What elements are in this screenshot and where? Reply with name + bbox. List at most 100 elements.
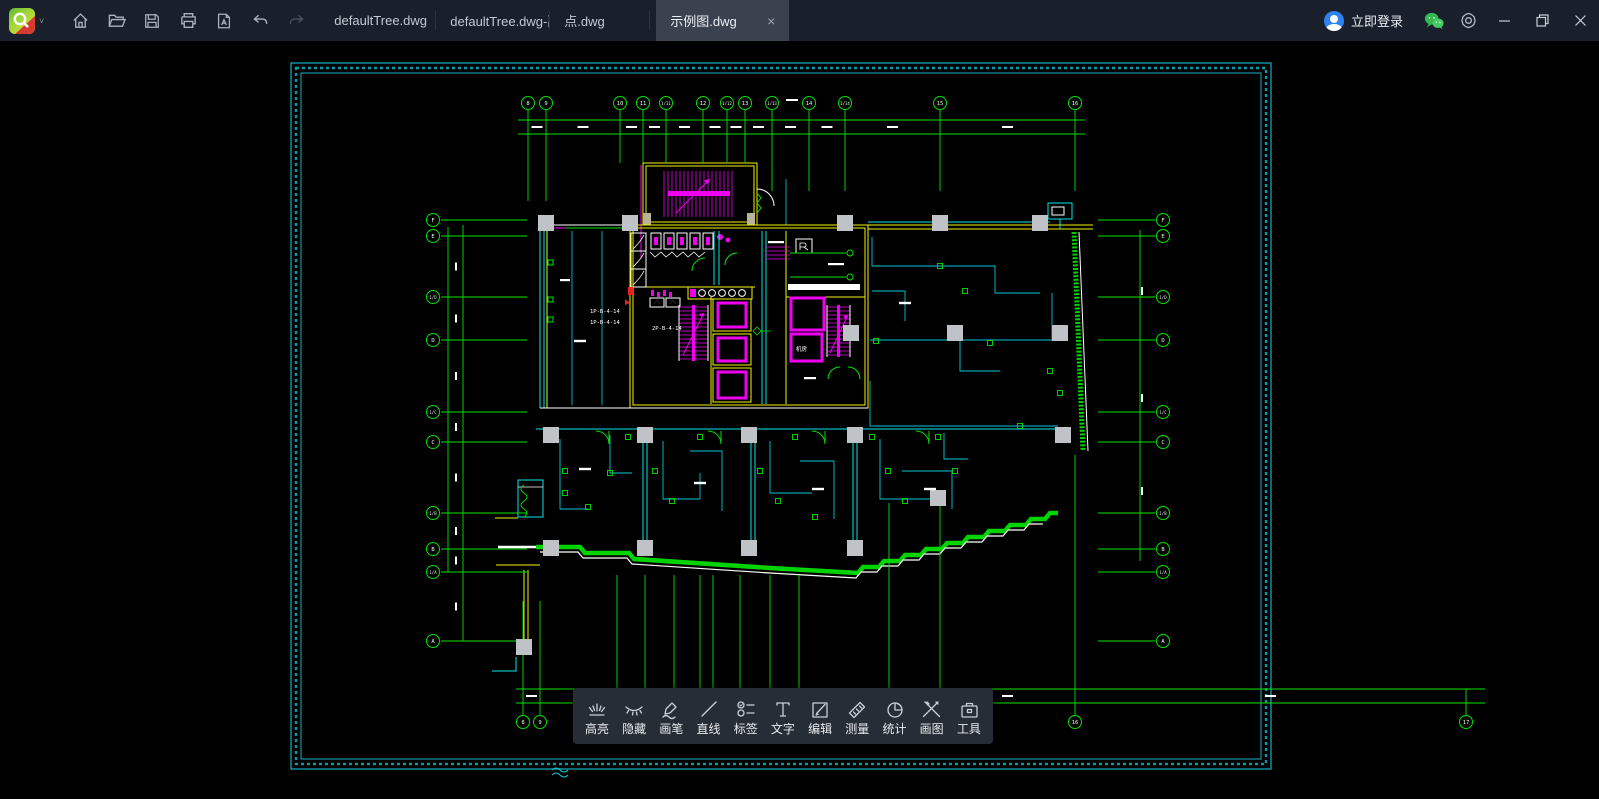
tab-label: defaultTree.dwg-副本 (450, 11, 550, 30)
tool-pen[interactable]: 画笔 (653, 691, 689, 741)
svg-text:8: 8 (526, 101, 529, 107)
minimize-button[interactable] (1485, 0, 1523, 41)
pen-icon (660, 698, 682, 720)
svg-text:8: 8 (521, 720, 524, 726)
home-button[interactable] (65, 6, 95, 36)
tool-label: 标签 (734, 723, 758, 735)
save-button[interactable] (137, 6, 167, 36)
export-pdf-icon (215, 12, 233, 30)
svg-text:9: 9 (544, 101, 547, 107)
svg-text:1/13: 1/13 (767, 101, 777, 106)
svg-text:1/C: 1/C (1159, 410, 1167, 415)
svg-text:15: 15 (937, 101, 944, 107)
svg-text:16: 16 (1072, 101, 1079, 107)
stats-icon (884, 698, 906, 720)
login-label: 立即登录 (1351, 11, 1403, 30)
close-button[interactable] (1561, 0, 1599, 41)
svg-text:12: 12 (700, 101, 707, 107)
tool-label: 测量 (845, 723, 869, 735)
svg-text:D: D (431, 338, 434, 344)
svg-text:A: A (1161, 639, 1165, 645)
tab-2[interactable]: defaultTree.dwg-副本 (436, 0, 550, 41)
svg-text:D: D (1161, 338, 1164, 344)
close-icon (1574, 14, 1587, 27)
svg-text:机房: 机房 (796, 345, 808, 353)
tab-label: 示例图.dwg (670, 11, 736, 30)
svg-text:C: C (431, 440, 434, 446)
text-icon (772, 698, 794, 720)
print-button[interactable] (173, 6, 203, 36)
tool-tools[interactable]: 工具 (951, 691, 987, 741)
undo-icon (251, 11, 270, 30)
tool-label: 直线 (697, 723, 721, 735)
tool-label: 隐藏 (622, 723, 646, 735)
folder-open-icon (107, 11, 126, 30)
tool-label[interactable]: 标签 (728, 691, 764, 741)
tool-edit[interactable]: 编辑 (802, 691, 838, 741)
tool-stats[interactable]: 统计 (877, 691, 913, 741)
tool-label: 编辑 (808, 723, 832, 735)
redo-icon (287, 11, 306, 30)
svg-text:17: 17 (1463, 720, 1470, 726)
draw-icon (921, 698, 943, 720)
wechat-icon (1423, 11, 1445, 31)
tool-label: 画笔 (659, 723, 683, 735)
redo-button[interactable] (281, 6, 311, 36)
tab-3[interactable]: 点.dwg (550, 0, 650, 41)
svg-text:F: F (1161, 218, 1164, 224)
measure-icon (846, 698, 868, 720)
app-menu[interactable]: ˅ (0, 8, 54, 34)
restore-button[interactable] (1523, 0, 1561, 41)
tool-label: 统计 (882, 723, 906, 735)
highlight-icon (586, 698, 608, 720)
tool-measure[interactable]: 测量 (839, 691, 875, 741)
svg-text:14: 14 (806, 101, 813, 107)
svg-text:B: B (1161, 547, 1165, 553)
svg-text:1/B: 1/B (429, 511, 437, 516)
tool-label: 高亮 (585, 723, 609, 735)
gear-icon (1459, 11, 1478, 30)
tool-text[interactable]: 文字 (765, 691, 801, 741)
tool-label: 画图 (920, 723, 944, 735)
tab-4[interactable]: 示例图.dwg × (656, 0, 789, 41)
tab-label: 点.dwg (564, 11, 604, 30)
cad-drawing: 8910111/11121/12131/13141/14151689101/10… (0, 41, 1599, 799)
open-file-button[interactable] (101, 6, 131, 36)
tab-close-icon[interactable]: × (767, 13, 775, 29)
minimize-icon (1498, 14, 1511, 27)
tab-strip: defaultTree.dwg defaultTree.dwg-副本点.dwg 示例… (320, 0, 789, 41)
svg-text:1P-B-4-14: 1P-B-4-14 (590, 309, 620, 315)
hide-icon (623, 698, 645, 720)
edit-icon (809, 698, 831, 720)
svg-text:E: E (431, 234, 434, 240)
svg-text:1/D: 1/D (429, 295, 437, 300)
svg-text:9: 9 (538, 720, 541, 726)
tool-label: 工具 (957, 723, 981, 735)
svg-text:2P-B-4-14: 2P-B-4-14 (652, 326, 682, 332)
wechat-button[interactable] (1417, 0, 1451, 41)
export-pdf-button[interactable] (209, 6, 239, 36)
svg-text:1/14: 1/14 (840, 101, 850, 106)
chevron-down-icon: ˅ (39, 16, 44, 26)
cad-canvas[interactable]: 8910111/11121/12131/13141/14151689101/10… (0, 41, 1599, 799)
tool-highlight[interactable]: 高亮 (579, 691, 615, 741)
settings-button[interactable] (1451, 0, 1485, 41)
tool-line[interactable]: 直线 (691, 691, 727, 741)
svg-text:1/11: 1/11 (661, 101, 671, 106)
undo-button[interactable] (245, 6, 275, 36)
axis-grid: 8910111/11121/12131/13141/14151689101/10… (427, 97, 1486, 729)
tab-label: defaultTree.dwg (334, 13, 427, 28)
home-icon (71, 11, 90, 30)
tool-hide[interactable]: 隐藏 (616, 691, 652, 741)
restore-icon (1536, 14, 1549, 27)
svg-text:1/A: 1/A (1159, 570, 1167, 575)
tab-1[interactable]: defaultTree.dwg (320, 0, 436, 41)
tool-label: 文字 (771, 723, 795, 735)
tool-draw[interactable]: 画图 (914, 691, 950, 741)
svg-text:F: F (431, 218, 434, 224)
svg-text:16: 16 (1072, 720, 1079, 726)
label-icon (735, 698, 757, 720)
login-button[interactable]: 立即登录 (1324, 11, 1403, 31)
svg-text:11: 11 (640, 101, 647, 107)
line-icon (698, 698, 720, 720)
